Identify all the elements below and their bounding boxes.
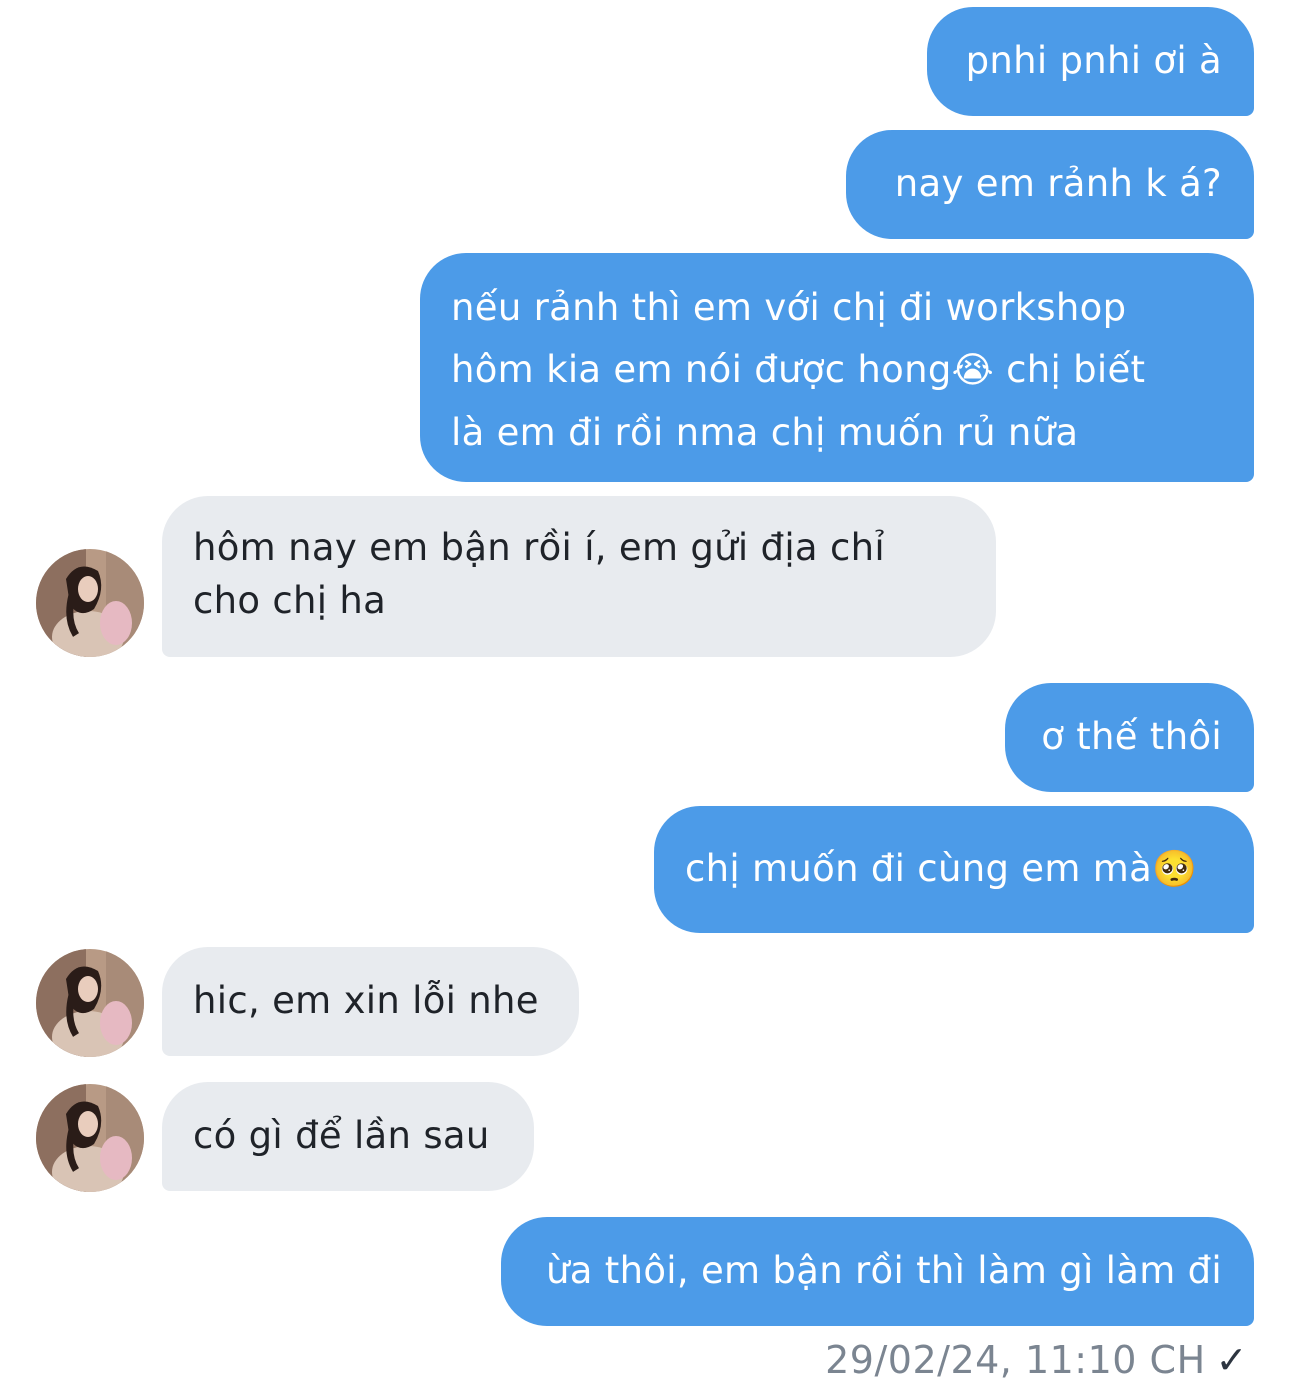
- message-bubble-outgoing[interactable]: ơ thế thôi: [1005, 683, 1254, 792]
- contact-avatar[interactable]: [36, 949, 144, 1057]
- timestamp-text: 29/02/24, 11:10 CH: [825, 1338, 1206, 1382]
- message-line: cho chị ha: [193, 579, 387, 622]
- message-bubble-outgoing[interactable]: chị muốn đi cùng em mà🥺: [654, 806, 1254, 933]
- message-text: ơ thế thôi: [1041, 715, 1222, 758]
- message-text: có gì để lần sau: [193, 1114, 490, 1157]
- message-bubble-outgoing[interactable]: nay em rảnh k á?: [846, 130, 1254, 239]
- message-line: hôm nay em bận rồi í, em gửi địa chỉ: [193, 526, 885, 569]
- message-bubble-incoming[interactable]: có gì để lần sau: [162, 1082, 534, 1191]
- message-bubble-incoming[interactable]: hic, em xin lỗi nhe: [162, 947, 579, 1056]
- contact-avatar[interactable]: [36, 1084, 144, 1192]
- message-text: chị muốn đi cùng em mà: [685, 847, 1153, 890]
- message-line: hôm kia em nói được hong😭 chị biết: [451, 348, 1146, 391]
- message-text: nay em rảnh k á?: [894, 162, 1222, 205]
- message-timestamp: 29/02/24, 11:10 CH ✓: [825, 1338, 1248, 1382]
- pleading-face-icon: 🥺: [1152, 849, 1198, 890]
- message-bubble-outgoing[interactable]: pnhi pnhi ơi à: [927, 7, 1254, 116]
- contact-avatar[interactable]: [36, 549, 144, 657]
- message-line: là em đi rồi nma chị muốn rủ nữa: [451, 411, 1079, 454]
- message-text: ừa thôi, em bận rồi thì làm gì làm đi: [545, 1249, 1222, 1292]
- message-bubble-outgoing[interactable]: ừa thôi, em bận rồi thì làm gì làm đi: [501, 1217, 1254, 1326]
- message-text: pnhi pnhi ơi à: [965, 39, 1222, 82]
- message-text: hic, em xin lỗi nhe: [193, 979, 539, 1022]
- message-bubble-incoming[interactable]: hôm nay em bận rồi í, em gửi địa chỉ cho…: [162, 496, 996, 657]
- loudly-crying-face-icon: 😭: [951, 350, 995, 391]
- message-bubble-outgoing[interactable]: nếu rảnh thì em với chị đi workshop hôm …: [420, 253, 1254, 482]
- message-line: nếu rảnh thì em với chị đi workshop: [451, 286, 1127, 329]
- sent-check-icon: ✓: [1215, 1338, 1248, 1382]
